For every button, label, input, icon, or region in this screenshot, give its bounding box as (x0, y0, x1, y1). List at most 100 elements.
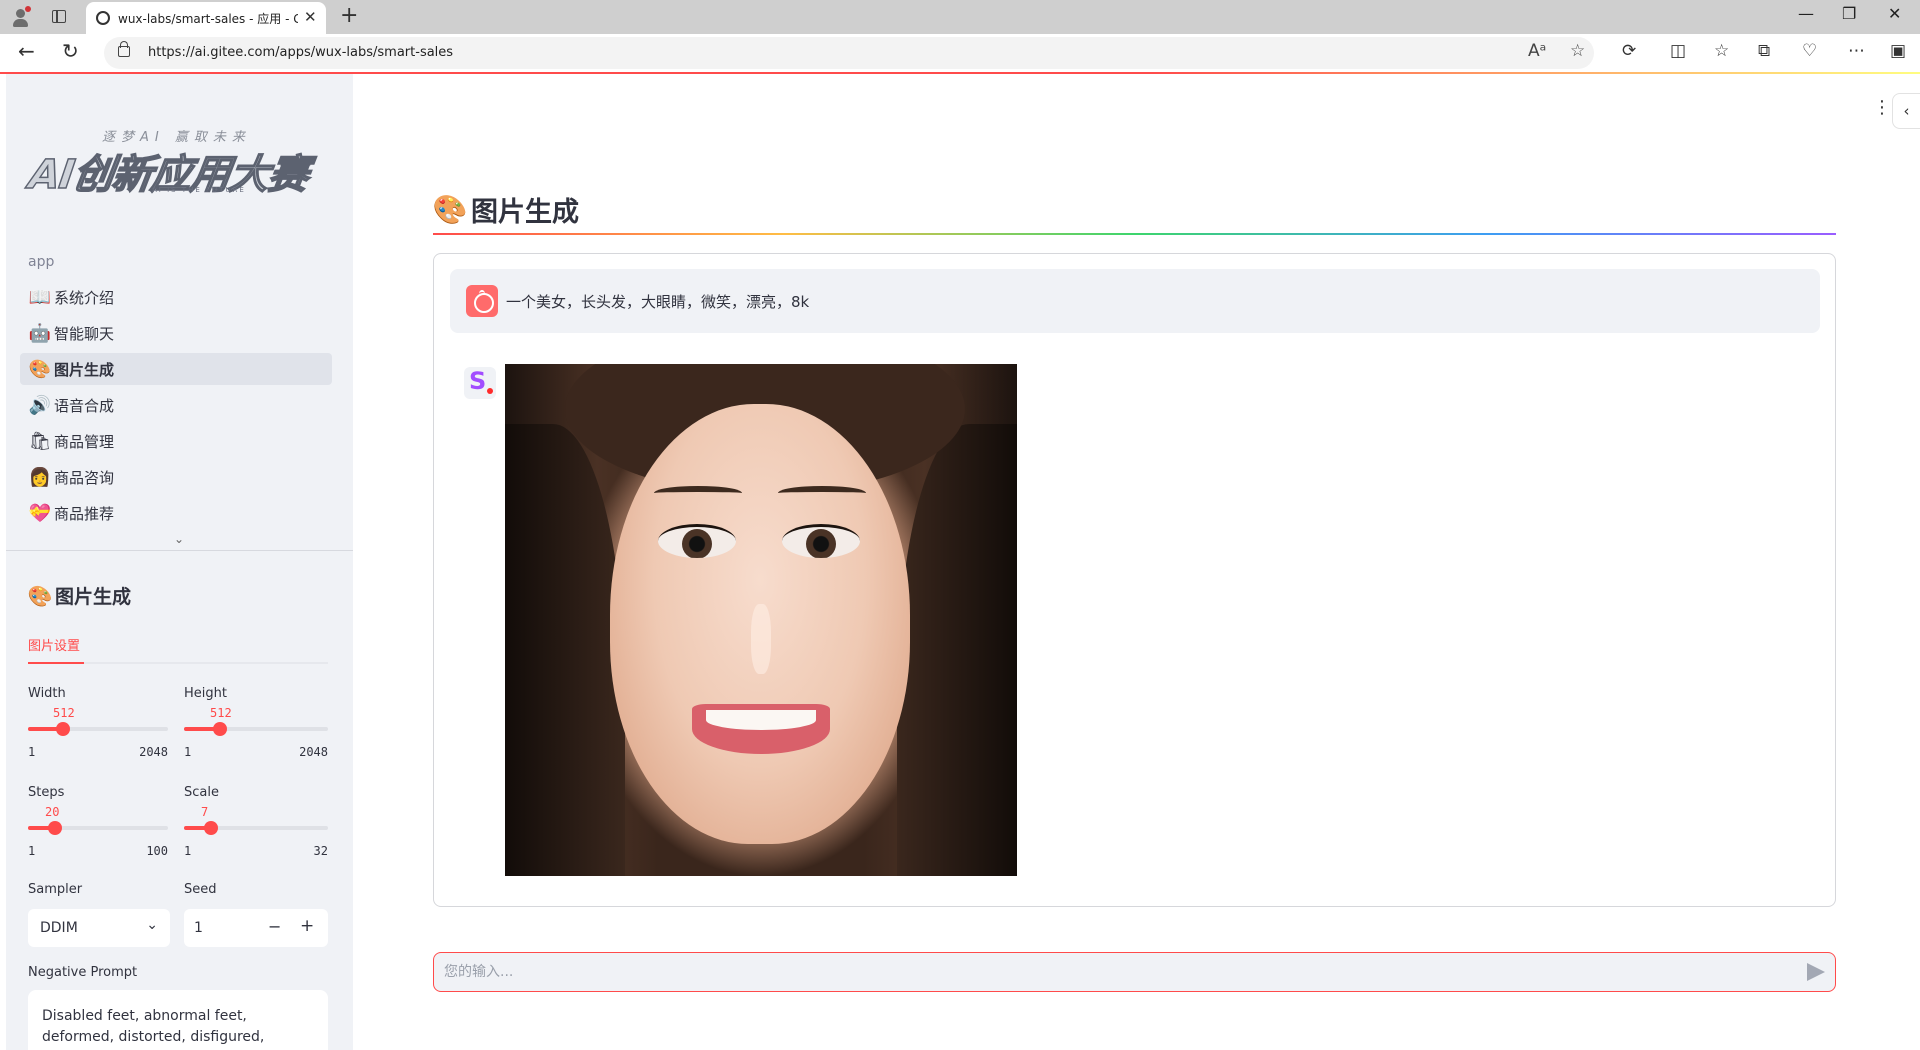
restore-icon[interactable]: ❐ (1842, 4, 1856, 23)
main-menu-icon[interactable]: ⋮ (1873, 97, 1891, 118)
user-message: 一个美女，长头发，大眼睛，微笑，漂亮，8k (450, 269, 1820, 333)
split-screen-icon[interactable]: ◫ (1670, 41, 1686, 61)
slider-thumb[interactable] (48, 821, 62, 835)
favorites-icon[interactable]: ☆ (1714, 41, 1729, 61)
slider-track[interactable] (28, 821, 168, 835)
slider-thumb[interactable] (204, 821, 218, 835)
collections-icon[interactable]: ⧉ (1758, 41, 1770, 61)
lock-icon[interactable] (118, 41, 130, 57)
assistant-avatar-letter: S (469, 367, 487, 395)
chevron-down-icon: ⌄ (146, 917, 158, 933)
nav-item-label: 图片生成 (54, 360, 115, 379)
palette-icon: 🎨 (27, 583, 53, 608)
negative-prompt-textarea[interactable]: Disabled feet, abnormal feet, deformed, … (28, 990, 328, 1050)
palette-icon: 🎨 (28, 358, 52, 380)
sidebar-toggle-icon[interactable]: ▣ (1890, 41, 1906, 61)
page-title-text: 图片生成 (471, 197, 579, 228)
nav-item-speech-synthesis[interactable]: 🔊 语音合成 (20, 389, 332, 421)
back-icon[interactable]: ← (18, 39, 35, 63)
slider-label: Width (28, 686, 66, 701)
nav-item-label: 商品推荐 (54, 504, 115, 523)
negative-prompt-label: Negative Prompt (28, 965, 138, 980)
nav-expand-icon[interactable]: ⌄ (174, 532, 184, 546)
slider-max: 2048 (299, 745, 328, 759)
window-close-icon[interactable]: ✕ (1888, 4, 1901, 23)
send-icon[interactable] (1807, 963, 1825, 981)
url-field[interactable]: https://ai.gitee.com/apps/wux-labs/smart… (104, 37, 1594, 69)
more-icon[interactable]: ⋯ (1848, 41, 1865, 61)
tab-title: wux-labs/smart-sales - 应用 - Gitee (118, 12, 298, 26)
chat-input-box[interactable] (433, 952, 1836, 992)
contest-logo: 逐梦AI 赢取未来 AI创新应用大赛 AI IS THE FUTURE (25, 126, 340, 216)
profile-icon[interactable] (10, 6, 32, 28)
nav-item-label: 系统介绍 (54, 288, 115, 307)
sampler-select[interactable]: DDIM ⌄ (28, 909, 170, 947)
nav-item-label: 商品咨询 (54, 468, 115, 487)
generated-image (505, 364, 1017, 876)
book-icon: 📖 (28, 286, 52, 308)
slider-track[interactable] (184, 722, 328, 736)
url-text[interactable]: https://ai.gitee.com/apps/wux-labs/smart… (148, 45, 453, 60)
collapse-sidebar-icon[interactable]: ‹ (1892, 93, 1920, 129)
reload-icon[interactable]: ↻ (62, 39, 79, 63)
user-message-text: 一个美女，长头发，大眼睛，微笑，漂亮，8k (506, 293, 810, 311)
seed-label: Seed (184, 882, 217, 897)
tab-image-settings[interactable]: 图片设置 (28, 635, 80, 654)
sidebar-panel-title-text: 图片生成 (55, 586, 132, 608)
seed-value[interactable]: 1 (194, 920, 203, 936)
favorite-icon[interactable]: ☆ (1570, 41, 1585, 61)
tab-close-icon[interactable]: ✕ (304, 8, 317, 26)
nav-item-product-management[interactable]: 🛍 商品管理 (20, 425, 332, 457)
seed-decrement-button[interactable]: − (268, 917, 281, 936)
nav-item-label: 语音合成 (54, 396, 115, 415)
steps-slider[interactable]: Steps 20 1 100 (28, 785, 168, 865)
user-avatar-icon (466, 285, 498, 317)
scale-slider[interactable]: Scale 7 1 32 (184, 785, 328, 865)
slider-value: 7 (201, 805, 209, 819)
slider-max: 2048 (139, 745, 168, 759)
heart-icon: 💝 (28, 502, 52, 524)
slider-value: 512 (210, 706, 232, 720)
new-tab-icon[interactable]: + (340, 3, 358, 28)
sampler-value: DDIM (40, 920, 78, 936)
slider-min: 1 (28, 844, 36, 858)
nav-item-product-consulting[interactable]: 👩 商品咨询 (20, 461, 332, 493)
tab-actions-icon[interactable] (52, 10, 66, 23)
logo-tagline: AI IS THE FUTURE (152, 186, 246, 194)
browser-tab-bar: wux-labs/smart-sales - 应用 - Gitee ✕ + — … (0, 0, 1920, 34)
slider-track[interactable] (28, 722, 168, 736)
minimize-icon[interactable]: — (1798, 4, 1814, 23)
sidebar: 逐梦AI 赢取未来 AI创新应用大赛 AI IS THE FUTURE app … (6, 74, 353, 1050)
chat-input[interactable] (442, 959, 1762, 985)
tab-underline (28, 662, 328, 664)
slider-thumb[interactable] (56, 722, 70, 736)
browser-essentials-icon[interactable]: ♡ (1802, 41, 1817, 61)
nav-item-image-generation[interactable]: 🎨 图片生成 (20, 353, 332, 385)
slider-label: Scale (184, 785, 219, 800)
sampler-label: Sampler (28, 882, 83, 897)
seed-input[interactable]: 1 − + (184, 909, 328, 947)
assistant-avatar: S (464, 367, 496, 399)
read-aloud-icon[interactable]: Aᵃ (1528, 41, 1546, 61)
speaker-icon: 🔊 (28, 394, 52, 416)
height-slider[interactable]: Height 512 1 2048 (184, 686, 328, 766)
width-slider[interactable]: Width 512 1 2048 (28, 686, 168, 766)
slider-thumb[interactable] (213, 722, 227, 736)
extensions-icon[interactable]: ⟳ (1622, 41, 1636, 61)
robot-icon: 🤖 (28, 322, 52, 344)
slider-max: 32 (313, 844, 328, 858)
nav-item-product-recommendation[interactable]: 💝 商品推荐 (20, 497, 332, 529)
seed-increment-button[interactable]: + (300, 916, 314, 936)
globe-icon (96, 11, 110, 25)
nav-item-smart-chat[interactable]: 🤖 智能聊天 (20, 317, 332, 349)
nav-item-system-intro[interactable]: 📖 系统介绍 (20, 281, 332, 313)
sidebar-panel-title: 🎨 图片生成 (28, 582, 131, 609)
slider-min: 1 (184, 745, 192, 759)
nav-item-label: 智能聊天 (54, 324, 115, 343)
slider-label: Steps (28, 785, 65, 800)
address-bar: ← ↻ https://ai.gitee.com/apps/wux-labs/s… (0, 34, 1920, 72)
browser-tab[interactable]: wux-labs/smart-sales - 应用 - Gitee ✕ (86, 2, 326, 34)
slider-track[interactable] (184, 821, 328, 835)
slider-value: 512 (53, 706, 75, 720)
slider-label: Height (184, 686, 227, 701)
